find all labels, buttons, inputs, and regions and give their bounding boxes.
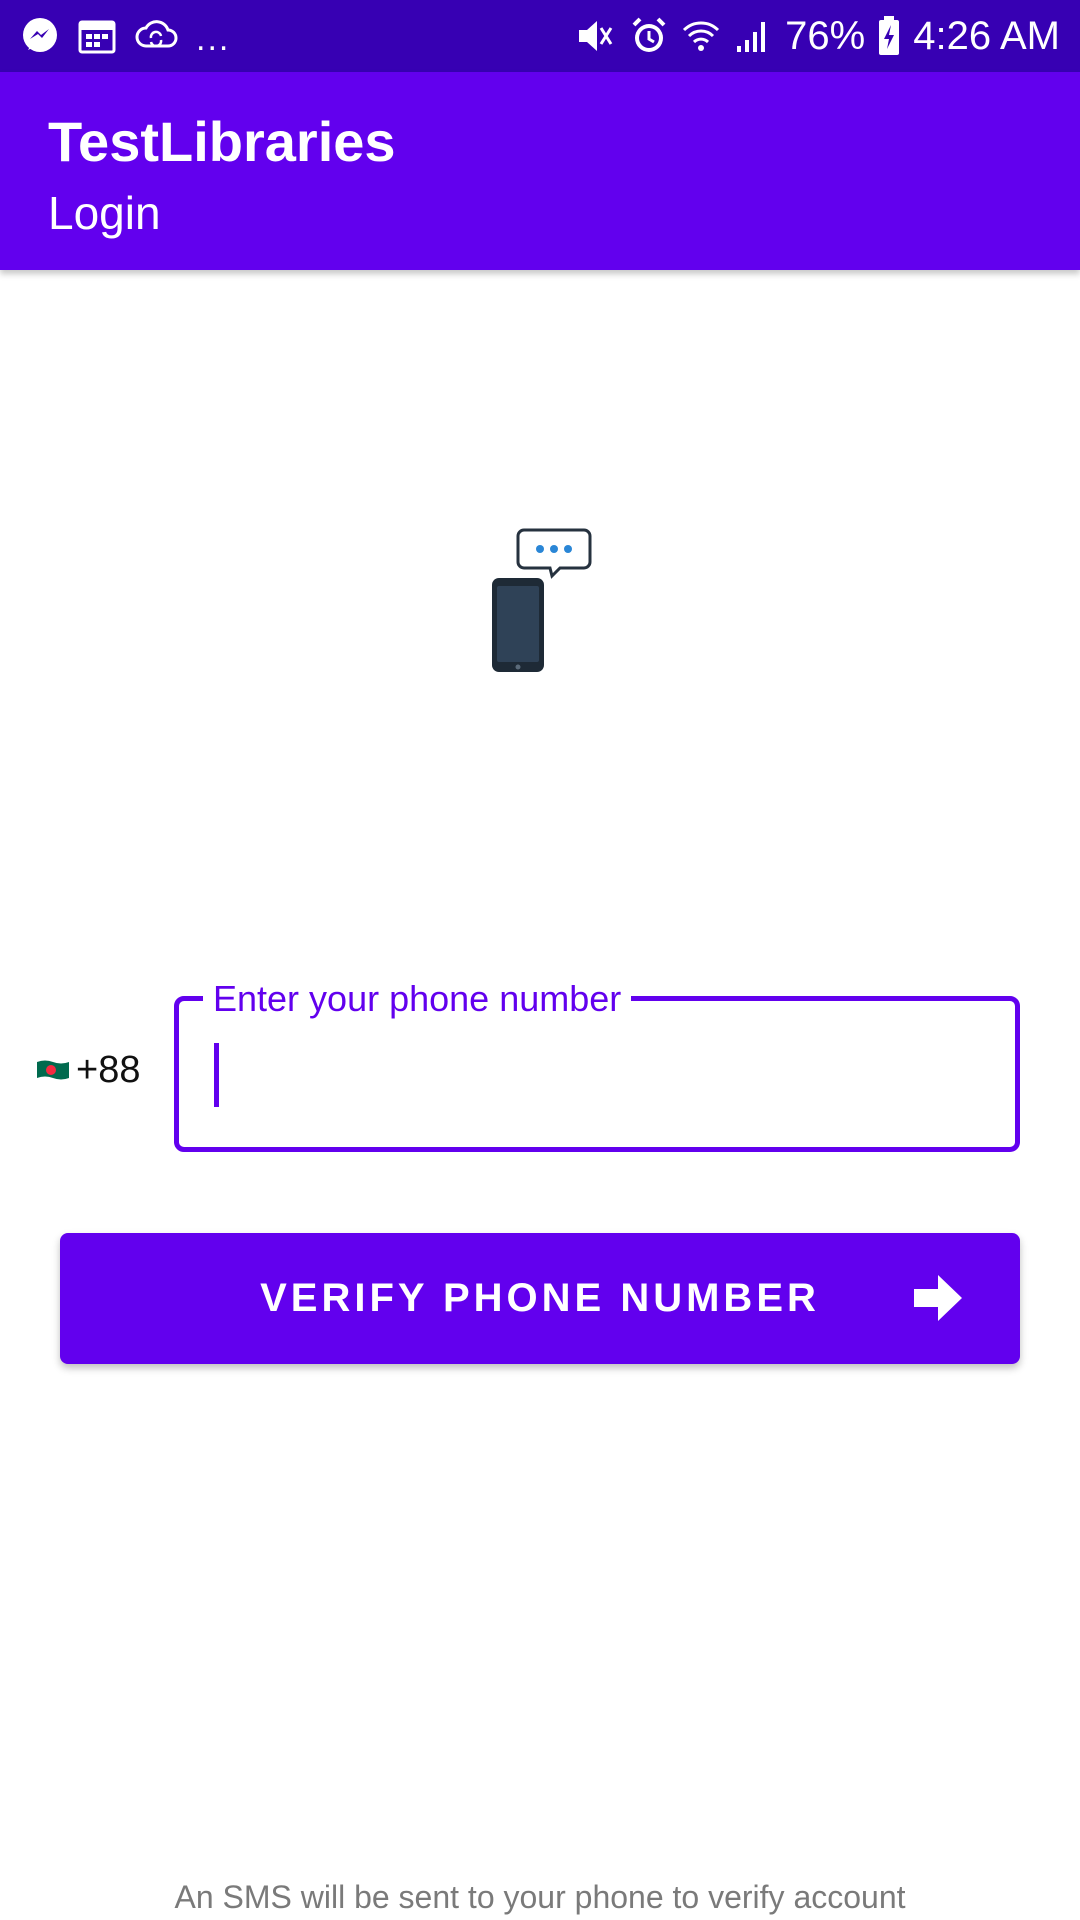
text-cursor <box>214 1043 219 1107</box>
phone-number-field[interactable]: Enter your phone number <box>174 977 1020 1152</box>
verify-button-label: VERIFY PHONE NUMBER <box>260 1276 820 1320</box>
messenger-icon <box>20 16 60 56</box>
sms-info-note: An SMS will be sent to your phone to ver… <box>174 1879 906 1915</box>
phone-number-label: Enter your phone number <box>203 977 632 1021</box>
bangladesh-flag-icon <box>37 1060 69 1080</box>
alarm-icon <box>629 16 669 56</box>
status-bar-right: 76% 4:26 AM <box>563 15 1060 57</box>
arrow-right-icon <box>914 1275 962 1321</box>
cloud-sync-icon <box>134 18 178 54</box>
signal-icon <box>733 16 773 56</box>
wifi-icon <box>681 16 721 56</box>
battery-charging-icon <box>877 15 901 57</box>
status-time: 4:26 AM <box>913 14 1060 58</box>
country-code-text: +88 <box>76 1048 141 1091</box>
screen-subtitle: Login <box>48 187 161 239</box>
status-bar: ... 76% 4:26 AM <box>0 0 1080 72</box>
battery-percentage: 76% <box>785 14 866 58</box>
more-notifications-indicator: ... <box>196 20 231 58</box>
mute-icon <box>575 16 617 56</box>
status-bar-left: ... <box>20 16 248 56</box>
app-bar: TestLibraries Login <box>0 72 1080 270</box>
phone-message-icon <box>488 526 592 674</box>
phone-number-input[interactable] <box>209 1039 989 1109</box>
country-code-picker[interactable]: +88 <box>36 1040 140 1100</box>
app-title: TestLibraries <box>48 110 396 173</box>
verify-phone-number-button[interactable]: VERIFY PHONE NUMBER <box>60 1233 1020 1364</box>
calendar-icon <box>78 18 116 54</box>
